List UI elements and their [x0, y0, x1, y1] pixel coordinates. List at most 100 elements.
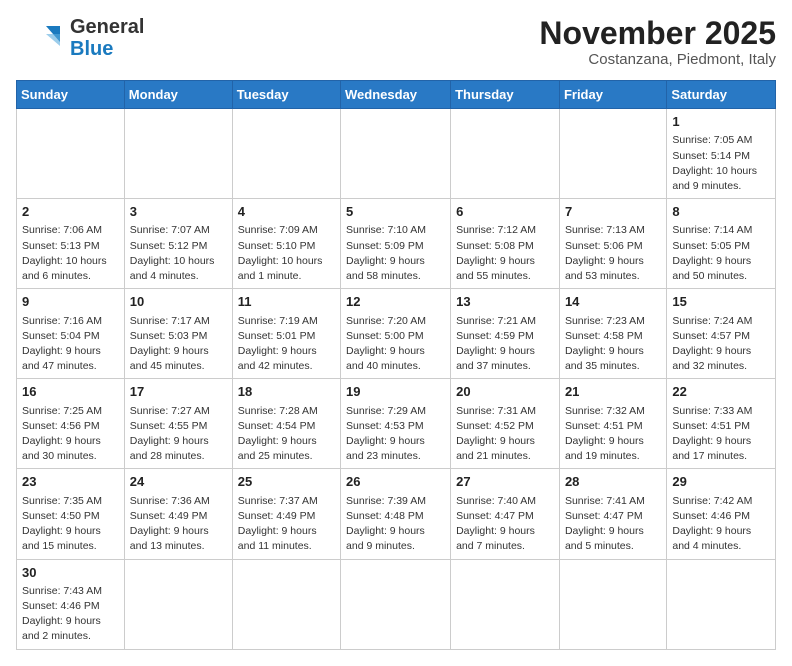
day-info: Sunrise: 7:25 AM Sunset: 4:56 PM Dayligh… [22, 404, 119, 465]
day-info: Sunrise: 7:06 AM Sunset: 5:13 PM Dayligh… [22, 223, 119, 284]
day-number: 20 [456, 383, 554, 401]
day-cell [667, 559, 776, 649]
day-cell: 18Sunrise: 7:28 AM Sunset: 4:54 PM Dayli… [232, 379, 340, 469]
day-info: Sunrise: 7:13 AM Sunset: 5:06 PM Dayligh… [565, 223, 661, 284]
logo: General Blue [16, 16, 144, 60]
day-info: Sunrise: 7:29 AM Sunset: 4:53 PM Dayligh… [346, 404, 445, 465]
day-number: 16 [22, 383, 119, 401]
day-cell: 14 Sunrise: 7:23 AM Sunset: 4:58 PM Dayli… [559, 289, 666, 379]
day-cell: 12 Sunrise: 7:20 AM Sunset: 5:00 PM Dayli… [341, 289, 451, 379]
page-header: General Blue November 2025 Costanzana, P… [16, 16, 776, 68]
day-number: 22 [672, 383, 770, 401]
day-cell: 20 Sunrise: 7:31 AM Sunset: 4:52 PM Dayli… [451, 379, 560, 469]
day-number: 13 [456, 293, 554, 311]
title-area: November 2025 Costanzana, Piedmont, Ital… [539, 16, 776, 68]
day-number: 27 [456, 473, 554, 491]
day-info: Sunrise: 7:33 AM Sunset: 4:51 PM Dayligh… [672, 404, 770, 465]
day-cell: 27 Sunrise: 7:40 AM Sunset: 4:47 PM Dayli… [451, 469, 560, 559]
day-info: Sunrise: 7:27 AM Sunset: 4:55 PM Dayligh… [130, 404, 227, 465]
day-cell: 11Sunrise: 7:19 AM Sunset: 5:01 PM Dayli… [232, 289, 340, 379]
day-info: Sunrise: 7:36 AM Sunset: 4:49 PM Dayligh… [130, 494, 227, 555]
day-cell: 24 Sunrise: 7:36 AM Sunset: 4:49 PM Dayli… [124, 469, 232, 559]
day-number: 17 [130, 383, 227, 401]
col-header-tuesday: Tuesday [232, 81, 340, 109]
day-cell: 6 Sunrise: 7:12 AM Sunset: 5:08 PM Daylig… [451, 199, 560, 289]
day-cell [451, 109, 560, 199]
day-cell: 1Sunrise: 7:05 AM Sunset: 5:14 PM Daylig… [667, 109, 776, 199]
day-number: 23 [22, 473, 119, 491]
day-info: Sunrise: 7:20 AM Sunset: 5:00 PM Dayligh… [346, 314, 445, 375]
day-cell [124, 559, 232, 649]
col-header-sunday: Sunday [17, 81, 125, 109]
day-cell [17, 109, 125, 199]
day-number: 3 [130, 203, 227, 221]
day-cell [341, 109, 451, 199]
logo-text-blue: Blue [70, 38, 144, 60]
day-cell [232, 109, 340, 199]
calendar-table: SundayMondayTuesdayWednesdayThursdayFrid… [16, 80, 776, 649]
day-number: 7 [565, 203, 661, 221]
location-subtitle: Costanzana, Piedmont, Italy [539, 51, 776, 68]
day-info: Sunrise: 7:24 AM Sunset: 4:57 PM Dayligh… [672, 314, 770, 375]
day-number: 25 [238, 473, 335, 491]
day-number: 24 [130, 473, 227, 491]
week-row-6: 30 Sunrise: 7:43 AM Sunset: 4:46 PM Dayli… [17, 559, 776, 649]
week-row-1: 1Sunrise: 7:05 AM Sunset: 5:14 PM Daylig… [17, 109, 776, 199]
logo-svg [16, 18, 64, 58]
month-title: November 2025 [539, 16, 776, 51]
day-cell: 30 Sunrise: 7:43 AM Sunset: 4:46 PM Dayli… [17, 559, 125, 649]
day-info: Sunrise: 7:35 AM Sunset: 4:50 PM Dayligh… [22, 494, 119, 555]
day-info: Sunrise: 7:23 AM Sunset: 4:58 PM Dayligh… [565, 314, 661, 375]
day-number: 2 [22, 203, 119, 221]
day-cell: 29Sunrise: 7:42 AM Sunset: 4:46 PM Dayli… [667, 469, 776, 559]
week-row-5: 23 Sunrise: 7:35 AM Sunset: 4:50 PM Dayli… [17, 469, 776, 559]
day-number: 5 [346, 203, 445, 221]
day-info: Sunrise: 7:40 AM Sunset: 4:47 PM Dayligh… [456, 494, 554, 555]
week-row-2: 2 Sunrise: 7:06 AM Sunset: 5:13 PM Daylig… [17, 199, 776, 289]
day-info: Sunrise: 7:39 AM Sunset: 4:48 PM Dayligh… [346, 494, 445, 555]
day-number: 4 [238, 203, 335, 221]
day-cell [124, 109, 232, 199]
day-info: Sunrise: 7:37 AM Sunset: 4:49 PM Dayligh… [238, 494, 335, 555]
day-number: 21 [565, 383, 661, 401]
week-row-3: 9Sunrise: 7:16 AM Sunset: 5:04 PM Daylig… [17, 289, 776, 379]
day-info: Sunrise: 7:32 AM Sunset: 4:51 PM Dayligh… [565, 404, 661, 465]
day-number: 6 [456, 203, 554, 221]
day-number: 14 [565, 293, 661, 311]
day-cell: 25 Sunrise: 7:37 AM Sunset: 4:49 PM Dayli… [232, 469, 340, 559]
day-cell: 10 Sunrise: 7:17 AM Sunset: 5:03 PM Dayli… [124, 289, 232, 379]
day-info: Sunrise: 7:12 AM Sunset: 5:08 PM Dayligh… [456, 223, 554, 284]
day-number: 12 [346, 293, 445, 311]
day-cell: 28Sunrise: 7:41 AM Sunset: 4:47 PM Dayli… [559, 469, 666, 559]
day-info: Sunrise: 7:21 AM Sunset: 4:59 PM Dayligh… [456, 314, 554, 375]
week-row-4: 16 Sunrise: 7:25 AM Sunset: 4:56 PM Dayli… [17, 379, 776, 469]
day-cell: 22 Sunrise: 7:33 AM Sunset: 4:51 PM Dayli… [667, 379, 776, 469]
day-cell [559, 559, 666, 649]
day-number: 26 [346, 473, 445, 491]
logo-text-general: General [70, 16, 144, 38]
day-cell: 9Sunrise: 7:16 AM Sunset: 5:04 PM Daylig… [17, 289, 125, 379]
day-number: 30 [22, 564, 119, 582]
day-cell: 13 Sunrise: 7:21 AM Sunset: 4:59 PM Dayli… [451, 289, 560, 379]
day-info: Sunrise: 7:17 AM Sunset: 5:03 PM Dayligh… [130, 314, 227, 375]
day-number: 8 [672, 203, 770, 221]
day-info: Sunrise: 7:31 AM Sunset: 4:52 PM Dayligh… [456, 404, 554, 465]
day-info: Sunrise: 7:41 AM Sunset: 4:47 PM Dayligh… [565, 494, 661, 555]
day-cell: 15 Sunrise: 7:24 AM Sunset: 4:57 PM Dayli… [667, 289, 776, 379]
day-info: Sunrise: 7:05 AM Sunset: 5:14 PM Dayligh… [672, 133, 770, 194]
day-number: 10 [130, 293, 227, 311]
day-cell [232, 559, 340, 649]
calendar-header-row: SundayMondayTuesdayWednesdayThursdayFrid… [17, 81, 776, 109]
day-info: Sunrise: 7:07 AM Sunset: 5:12 PM Dayligh… [130, 223, 227, 284]
day-info: Sunrise: 7:14 AM Sunset: 5:05 PM Dayligh… [672, 223, 770, 284]
day-cell: 7 Sunrise: 7:13 AM Sunset: 5:06 PM Daylig… [559, 199, 666, 289]
day-info: Sunrise: 7:19 AM Sunset: 5:01 PM Dayligh… [238, 314, 335, 375]
day-number: 18 [238, 383, 335, 401]
day-cell [451, 559, 560, 649]
day-cell: 8 Sunrise: 7:14 AM Sunset: 5:05 PM Daylig… [667, 199, 776, 289]
day-info: Sunrise: 7:43 AM Sunset: 4:46 PM Dayligh… [22, 584, 119, 645]
day-cell: 16 Sunrise: 7:25 AM Sunset: 4:56 PM Dayli… [17, 379, 125, 469]
day-info: Sunrise: 7:16 AM Sunset: 5:04 PM Dayligh… [22, 314, 119, 375]
day-number: 15 [672, 293, 770, 311]
day-info: Sunrise: 7:10 AM Sunset: 5:09 PM Dayligh… [346, 223, 445, 284]
